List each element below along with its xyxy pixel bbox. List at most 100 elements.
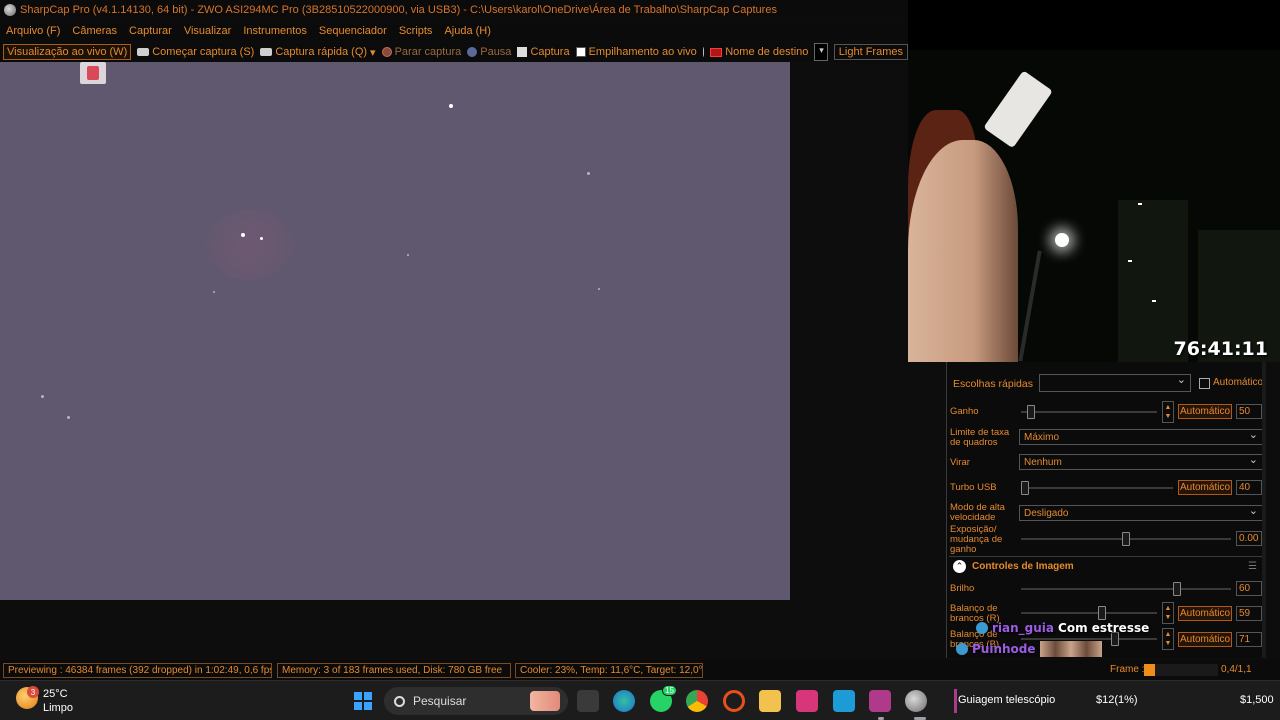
flip-label: Virar (950, 457, 970, 468)
collapse-icon[interactable]: ⌃ (953, 560, 966, 573)
quick-picks-label: Escolhas rápidas (953, 378, 1033, 390)
record-indicator-icon[interactable] (702, 47, 705, 57)
turbo-usb-slider[interactable] (1021, 481, 1173, 495)
folder-icon[interactable] (759, 690, 781, 712)
gain-value[interactable]: 50 (1236, 404, 1262, 419)
chevron-down-icon[interactable]: ▾ (370, 46, 376, 59)
star (449, 104, 453, 108)
frame-rate-select[interactable]: Máximo (1019, 428, 1263, 445)
slider-thumb[interactable] (1172, 582, 1181, 596)
menu-help[interactable]: Ajuda (H) (444, 25, 490, 37)
window-light (1138, 203, 1142, 205)
cooler-status: Cooler: 23%, Temp: 11,6°C, Target: 12,0°… (515, 663, 703, 678)
overlay-icon (87, 66, 99, 80)
wb-red-value[interactable]: 59 (1236, 606, 1262, 621)
menu-scripts[interactable]: Scripts (399, 25, 433, 37)
frame-progress-bar (1144, 664, 1218, 676)
app-icon[interactable] (796, 690, 818, 712)
frame-type-select[interactable]: Light Frames (833, 44, 908, 60)
exposure-gain-slider[interactable] (1021, 532, 1231, 546)
app-icon[interactable] (869, 690, 891, 712)
live-stacking-button[interactable]: Empilhamento ao vivo (575, 46, 697, 58)
snapshot-button[interactable]: Captura (517, 46, 570, 58)
window-light (1128, 260, 1132, 262)
gain-stepper[interactable]: ▲ ▼ (1162, 401, 1174, 423)
quick-picks-row: Escolhas rápidas Automático (947, 373, 1265, 394)
sharpcap-icon[interactable] (905, 690, 927, 712)
slider-thumb[interactable] (1122, 532, 1130, 546)
edge-icon[interactable] (613, 690, 635, 712)
quick-picks-auto-checkbox[interactable] (1199, 378, 1210, 389)
wb-red-auto-button[interactable]: Automático (1178, 606, 1232, 621)
live-view-button[interactable]: Visualização ao vivo (W) (3, 44, 132, 60)
frame-rate-row: Limite de taxa de quadros Máximo (947, 426, 1265, 450)
stop-capture-button[interactable]: Parar captura (381, 46, 461, 58)
title-bar: SharpCap Pro (v4.1.14130, 64 bit) - ZWO … (0, 0, 908, 20)
panel-scrollbar[interactable] (1262, 362, 1266, 658)
high-speed-select[interactable]: Desligado (1019, 504, 1263, 521)
flip-select[interactable]: Nenhum (1019, 453, 1263, 470)
window-light (1152, 300, 1156, 302)
task-view-icon[interactable] (577, 690, 599, 712)
wb-blue-auto-button[interactable]: Automático (1178, 632, 1232, 647)
slider-thumb[interactable] (1027, 405, 1036, 419)
menu-icon[interactable]: ☰ (1248, 561, 1257, 572)
ticker-name: Guiagem telescópio (958, 694, 1056, 706)
quick-capture-button[interactable]: Captura rápida (Q) ▾ (260, 46, 376, 59)
webcam-top-strip (908, 0, 1280, 50)
high-speed-row: Modo de alta velocidade Desligado (947, 502, 1265, 526)
gain-auto-button[interactable]: Automático (1178, 404, 1232, 419)
live-preview[interactable] (0, 62, 790, 600)
gain-slider[interactable] (1021, 405, 1157, 419)
turbo-usb-auto-button[interactable]: Automático (1178, 480, 1232, 495)
slider-thumb[interactable] (1097, 606, 1106, 620)
preview-bottom-margin (0, 600, 790, 660)
windows-start-icon[interactable] (352, 690, 374, 712)
turbo-usb-value[interactable]: 40 (1236, 480, 1262, 495)
frame-label: Frame : (1110, 664, 1145, 675)
menu-cameras[interactable]: Câmeras (72, 25, 117, 37)
opera-icon[interactable] (723, 690, 745, 712)
camera-icon (260, 48, 273, 56)
pause-button[interactable]: Pausa (467, 46, 511, 58)
menu-view[interactable]: Visualizar (184, 25, 232, 37)
wb-blue-stepper[interactable]: ▲ ▼ (1162, 628, 1174, 650)
turbo-usb-row: Turbo USB Automático 40 (947, 476, 1265, 500)
target-name-label: Nome de destino (725, 46, 809, 58)
weather-temperature: 25°C (43, 688, 68, 700)
target-name-select[interactable] (814, 43, 828, 61)
brightness-value[interactable]: 60 (1236, 581, 1262, 596)
search-highlight-icon (530, 691, 560, 711)
start-capture-button[interactable]: Começar captura (S) (137, 46, 254, 58)
film-icon (710, 47, 723, 57)
menu-sequencer[interactable]: Sequenciador (319, 25, 387, 37)
moon (1055, 233, 1069, 247)
chat-username: Puinhode (972, 642, 1036, 656)
exposure-gain-value[interactable]: 0.00 (1236, 531, 1262, 546)
quick-capture-label: Captura rápida (Q) (275, 46, 368, 58)
chat-username: rian_guia (992, 621, 1055, 635)
weather-badge: 3 (27, 686, 39, 698)
memory-status: Memory: 3 of 183 frames used, Disk: 780 … (277, 663, 511, 678)
whatsapp-icon[interactable]: 15 (650, 685, 677, 712)
app-icon[interactable] (833, 690, 855, 712)
high-speed-label: Modo de alta velocidade (950, 502, 1005, 523)
taskbar-search[interactable]: Pesquisar (384, 687, 568, 715)
wb-red-slider[interactable] (1021, 606, 1157, 620)
wb-blue-value[interactable]: 71 (1236, 632, 1262, 647)
star (587, 172, 590, 175)
preview-margin (790, 62, 908, 660)
brightness-slider[interactable] (1021, 582, 1231, 596)
wb-blue-slider[interactable] (1021, 632, 1157, 646)
toolbar: Visualização ao vivo (W) Começar captura… (0, 42, 908, 62)
image-controls-header[interactable]: ⌃ Controles de Imagem ☰ (949, 556, 1265, 576)
chrome-icon[interactable] (686, 690, 708, 712)
quick-picks-select[interactable] (1039, 373, 1191, 392)
menu-instruments[interactable]: Instrumentos (243, 25, 307, 37)
menu-capture[interactable]: Capturar (129, 25, 172, 37)
wb-red-stepper[interactable]: ▲ ▼ (1162, 602, 1174, 624)
menu-file[interactable]: Arquivo (F) (6, 25, 60, 37)
tripod (1018, 250, 1042, 362)
slider-thumb[interactable] (1021, 481, 1029, 495)
preview-overlay-button[interactable] (80, 62, 106, 84)
